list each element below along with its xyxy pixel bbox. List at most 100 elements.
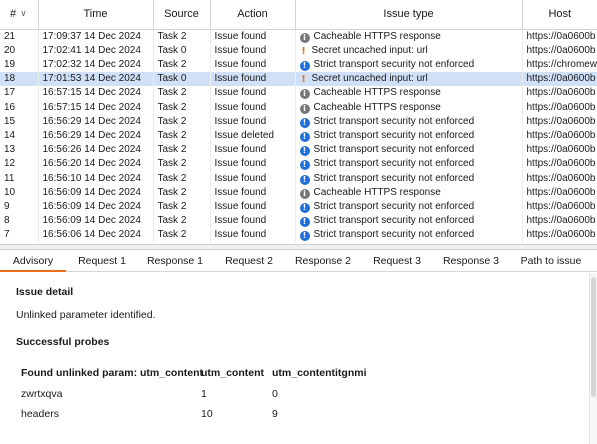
cell-num: 16 bbox=[0, 100, 39, 115]
issue-type-label: Strict transport security not enforced bbox=[313, 158, 475, 170]
cell-issue-type: Strict transport security not enforced bbox=[295, 143, 523, 158]
cell-source: Task 2 bbox=[153, 100, 211, 115]
warning-icon bbox=[300, 75, 308, 85]
info-icon bbox=[299, 89, 310, 100]
cell-action: Issue found bbox=[210, 143, 296, 158]
cell-source: Task 2 bbox=[153, 214, 211, 229]
cell-issue-type: Strict transport security not enforced bbox=[295, 57, 523, 73]
cell-time: 16:57:15 14 Dec 2024 bbox=[38, 86, 154, 101]
cell-issue-type: Cacheable HTTPS response bbox=[295, 185, 523, 200]
tab-response-3[interactable]: Response 3 bbox=[434, 250, 508, 272]
cell-action: Issue found bbox=[210, 100, 296, 115]
cell-time: 17:02:32 14 Dec 2024 bbox=[38, 57, 154, 73]
cell-action: Issue found bbox=[210, 199, 296, 215]
cell-host: https://chromew bbox=[526, 58, 597, 70]
issue-type-label: Strict transport security not enforced bbox=[313, 144, 475, 156]
cell-source: Task 2 bbox=[153, 228, 211, 243]
cell-time: 16:56:09 14 Dec 2024 bbox=[38, 185, 154, 200]
issue-activity-table: # ∨ Time Source Action Issue type Host 21… bbox=[0, 0, 597, 244]
cell-host: https://0a0600b bbox=[526, 44, 596, 56]
cell-time: 16:56:06 14 Dec 2024 bbox=[38, 228, 154, 243]
probes-cell-param-1: zwrtxqva bbox=[21, 388, 63, 400]
column-header-time[interactable]: Time bbox=[38, 0, 154, 30]
probes-header-utm-contentitgnmi: utm_contentitgnmi bbox=[272, 367, 367, 379]
tab-request-3[interactable]: Request 3 bbox=[360, 250, 434, 272]
table-row[interactable]: 1016:56:09 14 Dec 2024Task 2Issue found C… bbox=[0, 185, 597, 200]
cell-time: 17:01:53 14 Dec 2024 bbox=[38, 72, 154, 87]
cell-source: Task 2 bbox=[153, 185, 211, 200]
issue-type-label: Cacheable HTTPS response bbox=[313, 30, 441, 42]
issue-type-label: Strict transport security not enforced bbox=[313, 200, 475, 212]
column-header-issue-type[interactable]: Issue type bbox=[295, 0, 523, 30]
table-row[interactable]: 1216:56:20 14 Dec 2024Task 2Issue found S… bbox=[0, 157, 597, 172]
cell-source: Task 2 bbox=[153, 143, 211, 158]
cell-time: 16:57:15 14 Dec 2024 bbox=[38, 100, 154, 115]
tab-request-1[interactable]: Request 1 bbox=[66, 250, 138, 272]
info-icon bbox=[299, 103, 310, 114]
cell-time: 16:56:26 14 Dec 2024 bbox=[38, 143, 154, 158]
table-row[interactable]: 2117:09:37 14 Dec 2024Task 2Issue found C… bbox=[0, 29, 597, 44]
cell-host: https://0a0600b bbox=[526, 144, 596, 156]
tab-response-2[interactable]: Response 2 bbox=[286, 250, 360, 272]
cell-action: Issue found bbox=[210, 157, 296, 172]
cell-host: https://0a0600b bbox=[526, 129, 596, 141]
cell-source: Task 2 bbox=[153, 57, 211, 73]
detail-tabs: Advisory Request 1 Response 1 Request 2 … bbox=[0, 250, 597, 272]
cell-time: 16:56:10 14 Dec 2024 bbox=[38, 171, 154, 186]
cell-source: Task 2 bbox=[153, 86, 211, 101]
table-row[interactable]: 1316:56:26 14 Dec 2024Task 2Issue found S… bbox=[0, 143, 597, 158]
probes-cell-utm-contentitgnmi-1: 0 bbox=[272, 388, 278, 400]
cell-num: 19 bbox=[0, 57, 39, 73]
cell-action: Issue found bbox=[210, 43, 296, 58]
issue-type-label: Cacheable HTTPS response bbox=[313, 186, 441, 198]
successful-probes-heading: Successful probes bbox=[16, 336, 110, 348]
cell-action: Issue found bbox=[210, 114, 296, 129]
table-row[interactable]: 1817:01:53 14 Dec 2024Task 0Issue found S… bbox=[0, 72, 597, 87]
tab-response-1[interactable]: Response 1 bbox=[138, 250, 212, 272]
tab-path-to-issue[interactable]: Path to issue bbox=[508, 250, 594, 272]
table-row[interactable]: 2017:02:41 14 Dec 2024Task 0Issue found S… bbox=[0, 43, 597, 58]
cell-host: https://0a0600b bbox=[522, 72, 597, 87]
cell-num: 17 bbox=[0, 86, 39, 101]
cell-issue-type: Strict transport security not enforced bbox=[295, 214, 523, 229]
column-header-num[interactable]: # ∨ bbox=[0, 0, 39, 30]
table-row[interactable]: 816:56:09 14 Dec 2024Task 2Issue found St… bbox=[0, 214, 597, 229]
issue-type-label: Strict transport security not enforced bbox=[313, 129, 475, 141]
column-header-host[interactable]: Host bbox=[522, 0, 597, 30]
cell-source: Task 2 bbox=[153, 29, 211, 44]
cell-num: 8 bbox=[0, 214, 39, 229]
table-row[interactable]: 1516:56:29 14 Dec 2024Task 2Issue found S… bbox=[0, 114, 597, 129]
probes-cell-utm-content-1: 1 bbox=[201, 388, 207, 400]
issue-type-label: Strict transport security not enforced bbox=[313, 58, 475, 70]
table-row[interactable]: 14 16:56:29 14 Dec 2024 Task 2 Issue delete… bbox=[0, 128, 597, 144]
table-row[interactable]: 1616:57:15 14 Dec 2024Task 2Issue found C… bbox=[0, 100, 597, 115]
cell-num: 14 bbox=[0, 128, 39, 144]
table-row[interactable]: 1917:02:32 14 Dec 2024Task 2Issue found S… bbox=[0, 57, 597, 73]
table-row[interactable]: 1716:57:15 14 Dec 2024Task 2Issue found C… bbox=[0, 86, 597, 101]
info-icon bbox=[299, 188, 310, 199]
table-row[interactable]: 916:56:09 14 Dec 2024Task 2Issue found St… bbox=[0, 199, 597, 215]
probes-header-utm-content: utm_content bbox=[201, 367, 264, 379]
cell-num: 12 bbox=[0, 157, 39, 172]
cell-host: https://0a0600b bbox=[526, 215, 596, 227]
table-row[interactable]: 1116:56:10 14 Dec 2024Task 2Issue found S… bbox=[0, 171, 597, 186]
column-header-source[interactable]: Source bbox=[153, 0, 211, 30]
chevron-down-icon[interactable]: ∨ bbox=[20, 8, 27, 19]
tab-request-2[interactable]: Request 2 bbox=[212, 250, 286, 272]
column-header-action[interactable]: Action bbox=[210, 0, 296, 30]
info-icon bbox=[299, 32, 310, 43]
issue-type-label: Strict transport security not enforced bbox=[313, 172, 475, 184]
cell-issue-type: Strict transport security not enforced bbox=[295, 114, 523, 129]
issue-type-label: Cacheable HTTPS response bbox=[313, 101, 441, 113]
cell-issue-type: Secret uncached input: url bbox=[295, 72, 523, 87]
advisory-scroll-thumb[interactable] bbox=[591, 277, 596, 397]
cell-issue-type: Strict transport security not enforced bbox=[295, 228, 523, 243]
cell-issue-type: Strict transport security not enforced bbox=[295, 128, 523, 144]
cell-num: 13 bbox=[0, 143, 39, 158]
warning-icon bbox=[300, 47, 308, 57]
tab-advisory[interactable]: Advisory bbox=[0, 250, 66, 272]
cell-action: Issue found bbox=[210, 214, 296, 229]
table-row[interactable]: 716:56:06 14 Dec 2024Task 2Issue found St… bbox=[0, 228, 597, 243]
advisory-scrollbar[interactable] bbox=[589, 273, 597, 444]
cell-source: Task 2 bbox=[153, 128, 211, 144]
